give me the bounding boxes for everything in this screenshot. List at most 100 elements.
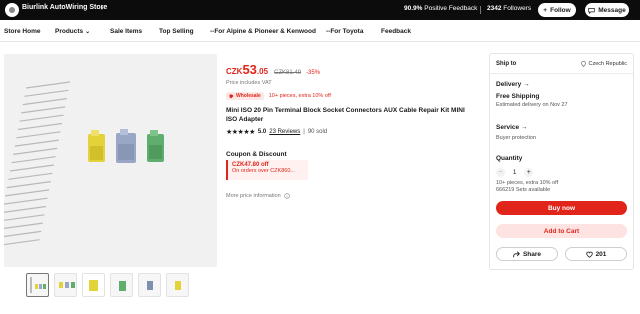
positive-feedback: 90.9% Positive Feedback bbox=[404, 5, 477, 12]
quantity-stepper: − 1 + bbox=[496, 168, 534, 177]
nav-feedback[interactable]: Feedback bbox=[381, 28, 411, 35]
terminal-pin bbox=[4, 214, 45, 221]
delivery-heading[interactable]: Delivery → bbox=[496, 81, 530, 88]
wishlist-count: 201 bbox=[595, 250, 607, 258]
nav-top-selling[interactable]: Top Selling bbox=[159, 28, 194, 35]
wholesale-row: Wholesale 10+ pieces, extra 10% off bbox=[226, 92, 331, 100]
coupon-card[interactable]: CZK47.80 off On orders over CZK860... bbox=[226, 160, 308, 180]
divider bbox=[480, 6, 481, 14]
followers-count: 2342 bbox=[487, 5, 502, 12]
heart-icon bbox=[585, 251, 593, 258]
location-pin-icon bbox=[581, 61, 587, 67]
sets-available: 666219 Sets available bbox=[496, 187, 551, 193]
thumbnail-4[interactable] bbox=[110, 273, 133, 297]
store-logo-icon[interactable] bbox=[5, 3, 19, 17]
price-currency: CZK bbox=[226, 67, 243, 76]
store-name[interactable]: Biurlink AutoWiring Store bbox=[22, 4, 107, 11]
original-price: CZK81.49 bbox=[274, 70, 302, 76]
terminal-pin bbox=[11, 156, 56, 164]
reviews-link[interactable]: 23 Reviews bbox=[269, 129, 300, 135]
terminal-pin bbox=[4, 230, 42, 238]
yellow-connector bbox=[88, 130, 105, 162]
feedback-percent: 90.9% bbox=[404, 5, 423, 12]
thumbnail-3[interactable] bbox=[82, 273, 105, 297]
vat-note: Price includes VAT bbox=[226, 80, 272, 86]
terminal-pin bbox=[4, 205, 47, 213]
nav-store-home[interactable]: Store Home bbox=[4, 28, 40, 35]
service-heading[interactable]: Service → bbox=[496, 124, 527, 131]
quantity-label: Quantity bbox=[496, 155, 523, 162]
buyer-protection: Buyer protection bbox=[496, 135, 537, 141]
terminal-pin bbox=[6, 181, 51, 189]
terminal-pin bbox=[16, 131, 61, 139]
rating-value: 5.0 bbox=[257, 129, 267, 135]
terminal-pin bbox=[9, 164, 55, 172]
terminal-pin bbox=[4, 239, 40, 246]
nav-sale-items[interactable]: Sale Items bbox=[110, 28, 142, 35]
thumbnail-1[interactable] bbox=[26, 273, 49, 297]
thumbnail-5[interactable] bbox=[138, 273, 161, 297]
arrow-right-icon: → bbox=[523, 81, 530, 88]
nav-alpine-pioneer-kenwood[interactable]: --For Alpine & Pioneer & Kenwood bbox=[210, 28, 316, 35]
divider bbox=[490, 73, 633, 74]
ship-to-label: Ship to bbox=[496, 61, 517, 67]
message-button[interactable]: Message bbox=[585, 3, 629, 17]
share-label: Share bbox=[522, 250, 542, 258]
thumbnail-strip bbox=[26, 273, 189, 297]
message-label: Message bbox=[598, 6, 626, 14]
quantity-discount-note: 10+ pieces, extra 10% off bbox=[496, 180, 559, 186]
free-shipping: Free Shipping bbox=[496, 93, 540, 100]
followers-label: Followers bbox=[503, 5, 532, 12]
rating-row: ★★★★★ 5.0 23 Reviews | 90 sold bbox=[226, 128, 327, 136]
star-rating-icon: ★★★★★ bbox=[226, 129, 255, 136]
terminal-pin bbox=[25, 81, 71, 89]
more-price-info[interactable]: More price information bbox=[226, 193, 290, 199]
thumbnail-2[interactable] bbox=[54, 273, 77, 297]
share-button[interactable]: Share bbox=[496, 247, 558, 261]
wholesale-text: 10+ pieces, extra 10% off bbox=[268, 93, 331, 99]
thumbnail-6[interactable] bbox=[166, 273, 189, 297]
tag-icon bbox=[229, 94, 234, 98]
share-icon bbox=[513, 250, 520, 257]
terminal-pin bbox=[13, 147, 58, 155]
quantity-value[interactable]: 1 bbox=[513, 170, 516, 176]
ship-country-selector[interactable]: Czech Republic bbox=[581, 61, 627, 67]
wholesale-tag: Wholesale bbox=[226, 92, 264, 100]
terminal-pin bbox=[4, 222, 43, 229]
purchase-panel: Ship to Czech Republic Delivery → Free S… bbox=[489, 53, 634, 270]
terminal-pin bbox=[24, 89, 69, 97]
info-icon bbox=[284, 193, 290, 199]
price-integer: 53 bbox=[242, 62, 257, 77]
sold-separator: | bbox=[303, 129, 305, 135]
chat-icon bbox=[588, 7, 595, 14]
product-main-image[interactable] bbox=[4, 54, 217, 267]
terminal-pin bbox=[8, 172, 53, 180]
terminal-pin bbox=[21, 106, 66, 114]
terminal-pin bbox=[5, 189, 50, 197]
delivery-label: Delivery bbox=[496, 81, 522, 88]
add-to-cart-button[interactable]: Add to Cart bbox=[496, 224, 627, 238]
wishlist-button[interactable]: 201 bbox=[565, 247, 627, 261]
terminal-pin bbox=[4, 197, 48, 205]
discount-badge: -35% bbox=[306, 70, 321, 76]
feedback-label: Positive Feedback bbox=[424, 5, 478, 12]
follow-button[interactable]: + Follow bbox=[538, 3, 576, 17]
nav-products-label: Products bbox=[55, 28, 84, 35]
product-title: Mini ISO 20 Pin Terminal Block Socket Co… bbox=[226, 107, 465, 123]
buy-now-button[interactable]: Buy now bbox=[496, 201, 627, 215]
coupon-heading: Coupon & Discount bbox=[226, 151, 287, 158]
quantity-increase-button[interactable]: + bbox=[524, 168, 534, 177]
coupon-condition: On orders over CZK860... bbox=[232, 168, 295, 174]
price: CZK 53 .05 CZK81.49 -35% bbox=[226, 62, 320, 77]
terminal-pin bbox=[14, 139, 59, 147]
wholesale-tag-label: Wholesale bbox=[236, 93, 261, 99]
terminal-pin bbox=[17, 122, 63, 131]
nav-products[interactable]: Products ⌄ bbox=[55, 28, 90, 35]
blue-connector bbox=[116, 129, 136, 163]
chevron-right-icon[interactable]: › bbox=[101, 3, 104, 12]
green-connector bbox=[147, 130, 164, 162]
plus-icon: + bbox=[543, 6, 548, 14]
nav-toyota[interactable]: --For Toyota bbox=[326, 28, 363, 35]
quantity-decrease-button[interactable]: − bbox=[496, 168, 505, 177]
sold-count: 90 sold bbox=[307, 129, 328, 135]
